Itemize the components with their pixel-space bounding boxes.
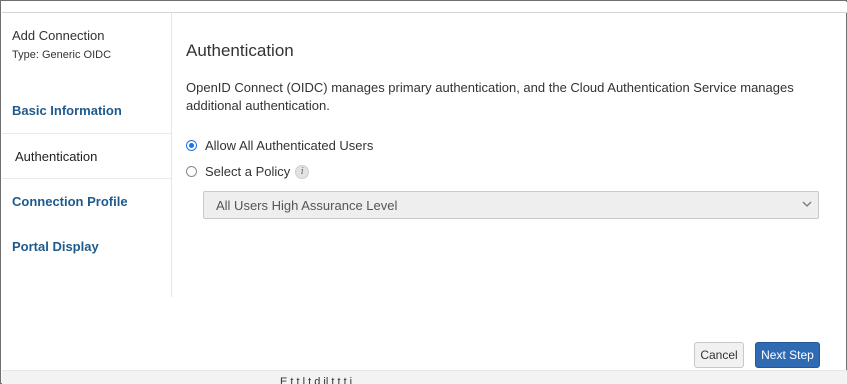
sidebar-title: Add Connection xyxy=(12,28,105,43)
allow-all-users-radio[interactable] xyxy=(186,140,197,151)
sidebar-item-connection-profile[interactable]: Connection Profile xyxy=(2,179,171,223)
policy-select-value: All Users High Assurance Level xyxy=(216,197,398,213)
sidebar-item-label: Portal Display xyxy=(12,238,99,254)
cancel-button[interactable]: Cancel xyxy=(694,342,744,368)
bottom-cutoff-text: E t t l t d il t t t i xyxy=(280,376,353,384)
sidebar-item-basic-information[interactable]: Basic Information xyxy=(2,88,171,132)
info-icon[interactable]: i xyxy=(295,164,310,179)
allow-all-users-option[interactable]: Allow All Authenticated Users xyxy=(186,138,373,153)
chevron-down-icon xyxy=(802,201,812,207)
connection-type-label: Type: Generic OIDC xyxy=(12,49,112,61)
sidebar-item-label: Connection Profile xyxy=(12,193,128,209)
next-step-button[interactable]: Next Step xyxy=(755,342,820,368)
sidebar-item-label: Authentication xyxy=(15,148,98,164)
sidebar-item-portal-display[interactable]: Portal Display xyxy=(2,224,171,268)
policy-select[interactable]: All Users High Assurance Level xyxy=(203,191,819,219)
bottom-bar: E t t l t d il t t t i xyxy=(2,370,847,384)
sidebar: Add Connection Type: Generic OIDC Basic … xyxy=(2,13,172,297)
allow-all-users-label[interactable]: Allow All Authenticated Users xyxy=(205,138,373,153)
top-bar xyxy=(2,2,847,13)
select-policy-option[interactable]: Select a Policy i xyxy=(186,164,310,179)
page-title: Authentication xyxy=(186,41,294,60)
sidebar-item-label: Basic Information xyxy=(12,102,122,118)
sidebar-item-authentication[interactable]: Authentication xyxy=(2,134,171,178)
select-policy-label[interactable]: Select a Policy xyxy=(205,164,290,179)
select-policy-radio[interactable] xyxy=(186,166,197,177)
description-text: OpenID Connect (OIDC) manages primary au… xyxy=(186,80,794,113)
app-window: Add Connection Type: Generic OIDC Basic … xyxy=(0,0,847,384)
